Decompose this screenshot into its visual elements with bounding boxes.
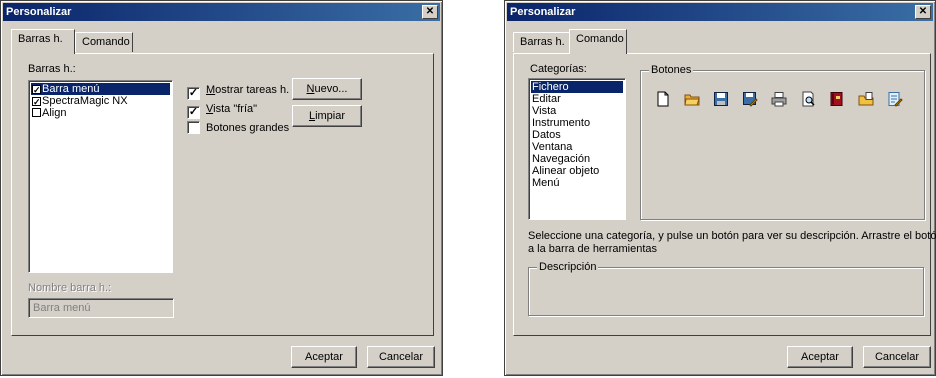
close-icon: ✕: [425, 6, 435, 17]
title-bar: Personalizar ✕: [507, 3, 933, 21]
help-text-line1: Seleccione una categoría, y pulse un bot…: [528, 230, 936, 242]
print-preview-icon[interactable]: [800, 91, 816, 107]
tab-panel: Barras h.: ✓Barra menú ✓SpectraMagic NX …: [11, 53, 434, 336]
button-label: Cancelar: [874, 351, 920, 363]
categories-list[interactable]: Fichero Editar Vista Instrumento Datos V…: [528, 78, 626, 220]
list-item[interactable]: ✓Barra menú: [31, 83, 170, 95]
tab-label: Comando: [576, 33, 624, 45]
close-icon: ✕: [918, 6, 928, 17]
reset-button[interactable]: Limpiar: [292, 105, 362, 127]
tab-toolbars[interactable]: Barras h.: [513, 32, 573, 52]
open-folder-icon[interactable]: [684, 91, 700, 107]
toolbars-label: Barras h.:: [28, 63, 76, 75]
list-item[interactable]: Instrumento: [531, 117, 623, 129]
tab-label: Barras h.: [18, 33, 63, 45]
buttons-group: Botones: [640, 64, 925, 220]
checkbox-label: Botones grandes: [206, 122, 290, 134]
checkbox-label: ista "fría": [213, 103, 258, 115]
checkbox-box[interactable]: ✓: [187, 87, 200, 100]
book-icon[interactable]: [829, 91, 845, 107]
checkbox-box[interactable]: ✓: [187, 106, 200, 119]
template-folder-icon[interactable]: [858, 91, 874, 107]
list-item[interactable]: Editar: [531, 93, 623, 105]
toolbar-name-label: Nombre barra h.:: [28, 282, 112, 294]
close-button[interactable]: ✕: [422, 5, 438, 19]
buttons-group-label: Botones: [649, 64, 694, 76]
list-item[interactable]: Navegación: [531, 153, 623, 165]
dialog-title: Personalizar: [510, 6, 576, 18]
tab-toolbars[interactable]: Barras h.: [11, 29, 75, 54]
list-item[interactable]: Menú: [531, 177, 623, 189]
list-item[interactable]: Align: [31, 107, 170, 119]
list-item[interactable]: Alinear objeto: [531, 165, 623, 177]
list-item-label: SpectraMagic NX: [42, 95, 128, 107]
list-item-label: Align: [42, 107, 67, 119]
checkbox-checked[interactable]: ✓: [32, 97, 41, 107]
tab-label: Comando: [82, 36, 130, 48]
large-buttons-checkbox[interactable]: Botones grandes: [187, 121, 289, 135]
list-item[interactable]: Vista: [531, 105, 623, 117]
edit-document-icon[interactable]: [887, 91, 903, 107]
checkbox-checked[interactable]: ✓: [32, 85, 41, 95]
access-key: M: [206, 84, 216, 96]
dialog-title: Personalizar: [6, 6, 72, 18]
tab-panel: Categorías: Fichero Editar Vista Instrum…: [513, 53, 936, 336]
tab-command[interactable]: Comando: [569, 29, 627, 54]
checkbox-label: ostrar tareas h.: [215, 84, 290, 96]
checkbox-box[interactable]: [187, 121, 200, 134]
tab-command[interactable]: Comando: [75, 32, 133, 52]
ok-button[interactable]: Aceptar: [291, 346, 357, 368]
help-text-line2: a la barra de herramientas: [528, 243, 658, 255]
show-tooltips-checkbox[interactable]: ✓ Mostrar tareas h.: [187, 83, 290, 100]
button-label: uevo...: [314, 83, 348, 95]
customize-dialog-toolbars: Personalizar ✕ Barras h. Comando Barras …: [0, 0, 443, 376]
cancel-button[interactable]: Cancelar: [367, 346, 435, 368]
toolbar-name-field[interactable]: Barra menú: [28, 298, 174, 318]
toolbars-list[interactable]: ✓Barra menú ✓SpectraMagic NX Align: [28, 80, 173, 273]
button-label: Cancelar: [378, 351, 424, 363]
button-label: impiar: [315, 110, 346, 122]
save-as-icon[interactable]: [742, 91, 758, 107]
print-icon[interactable]: [771, 91, 787, 107]
title-bar: Personalizar ✕: [3, 3, 440, 21]
list-item-label: Barra menú: [42, 83, 100, 95]
close-button[interactable]: ✕: [915, 5, 931, 19]
button-label: Aceptar: [801, 351, 839, 363]
description-group: Descripción: [528, 261, 924, 316]
new-file-icon[interactable]: [655, 91, 671, 107]
customize-dialog-command: Personalizar ✕ Barras h. Comando Categor…: [504, 0, 936, 376]
categories-label: Categorías:: [530, 63, 587, 75]
cool-look-checkbox[interactable]: ✓ Vista "fría": [187, 102, 258, 119]
list-item[interactable]: Ventana: [531, 141, 623, 153]
new-button[interactable]: Nuevo...: [292, 78, 362, 100]
cancel-button[interactable]: Cancelar: [863, 346, 931, 368]
button-label: Aceptar: [305, 351, 343, 363]
save-icon[interactable]: [713, 91, 729, 107]
ok-button[interactable]: Aceptar: [787, 346, 853, 368]
checkbox-unchecked[interactable]: [32, 108, 41, 117]
list-item[interactable]: Fichero: [531, 81, 623, 93]
list-item[interactable]: ✓SpectraMagic NX: [31, 95, 170, 107]
list-item[interactable]: Datos: [531, 129, 623, 141]
description-group-label: Descripción: [537, 261, 599, 273]
tab-label: Barras h.: [520, 36, 565, 48]
